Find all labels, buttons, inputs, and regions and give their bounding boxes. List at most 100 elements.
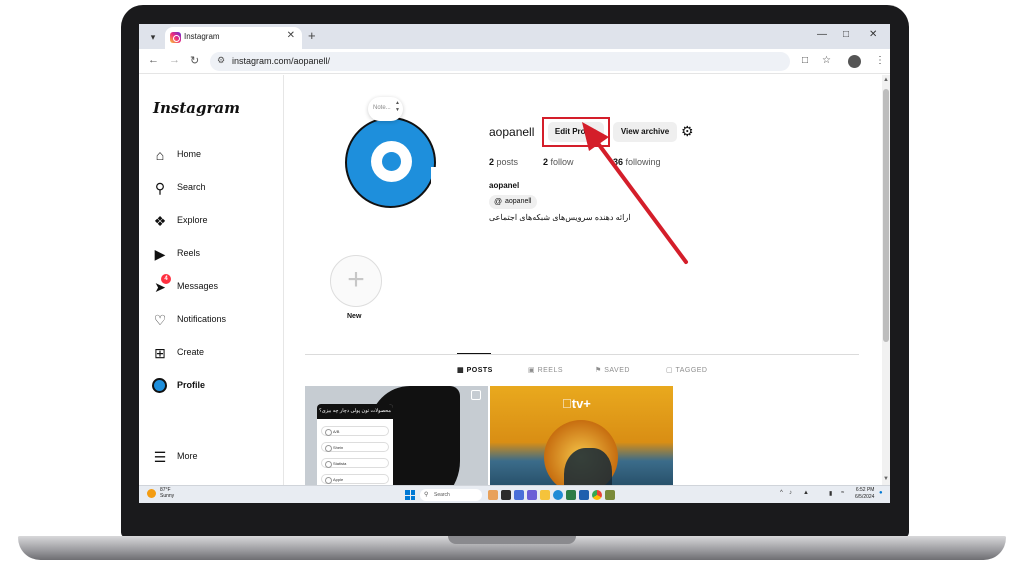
new-highlight-label: New <box>347 313 362 320</box>
settings-gear-icon[interactable]: ⚙ <box>681 123 694 140</box>
taskbar-clock[interactable]: 6:52 PM 6/5/2024 <box>855 487 874 501</box>
sidebar-item-label: Notifications <box>177 314 227 324</box>
taskbar-search-input[interactable]: ⚲ Search <box>420 489 482 501</box>
teams-icon[interactable] <box>527 490 537 500</box>
store-icon[interactable] <box>579 490 589 500</box>
url-text: instagram.com/aopanell/ <box>232 56 331 66</box>
new-highlight-button[interactable]: + <box>330 255 382 307</box>
tab-saved[interactable]: ⚑ SAVED <box>595 366 630 374</box>
bookmark-star-icon[interactable]: ☆ <box>822 55 831 66</box>
browser-tab[interactable]: Instagram ✕ <box>165 27 302 49</box>
reels-icon: ▣ <box>528 367 536 374</box>
profile-username: aopanell <box>489 125 535 139</box>
scroll-up-icon[interactable]: ▲ <box>883 77 889 83</box>
network-icon[interactable]: ▲ <box>803 490 809 496</box>
clock-time: 6:52 PM <box>855 487 875 493</box>
laptop-notch <box>448 536 576 544</box>
sidebar-item-profile[interactable]: Profile <box>152 377 272 397</box>
apple-tv-logo: tv+ <box>562 396 591 411</box>
weather-sun-icon[interactable] <box>147 489 156 498</box>
tab-title: Instagram <box>184 32 220 41</box>
address-bar: ← → ↻ ⚙ instagram.com/aopanell/ □ ☆ ⋮ <box>139 49 890 74</box>
sidebar-item-label: Create <box>177 347 205 357</box>
tab-reels[interactable]: ▣ REELS <box>528 366 563 374</box>
close-window-icon[interactable]: ✕ <box>869 29 877 40</box>
view-archive-button[interactable]: View archive <box>613 122 677 142</box>
page-scrollbar[interactable]: ▲ ▼ <box>882 75 890 485</box>
sidebar-item-home[interactable]: ⌂ Home <box>152 146 272 166</box>
file-explorer-icon[interactable] <box>540 490 550 500</box>
menu-icon: ☰ <box>153 449 167 465</box>
sidebar-item-explore[interactable]: ❖ Explore <box>152 212 272 232</box>
tag-icon: ▢ <box>666 367 674 374</box>
followers-stat[interactable]: 2 follow <box>543 157 574 167</box>
windows-start-icon[interactable] <box>405 490 415 500</box>
task-view-icon[interactable] <box>501 490 511 500</box>
followers-label: follow <box>550 157 574 167</box>
compass-icon: ❖ <box>153 213 167 229</box>
browser-menu-icon[interactable]: ⋮ <box>875 55 885 66</box>
tab-label: POSTS <box>466 367 493 374</box>
avatar <box>152 378 167 393</box>
back-icon[interactable]: ← <box>148 54 159 66</box>
following-stat[interactable]: 36 following <box>613 157 661 167</box>
scroll-thumb[interactable] <box>883 89 889 342</box>
sidebar-item-label: Search <box>177 182 206 192</box>
minimize-icon[interactable]: — <box>817 29 827 40</box>
tab-search-icon[interactable]: ▾ <box>146 30 160 44</box>
site-info-icon[interactable]: ⚙ <box>217 55 225 66</box>
chrome-icon[interactable] <box>592 490 602 500</box>
taskbar-app-icon[interactable] <box>605 490 615 500</box>
tab-tagged[interactable]: ▢ TAGGED <box>666 366 708 374</box>
tab-posts[interactable]: ▦ POSTS <box>457 366 493 374</box>
scroll-down-icon[interactable]: ▼ <box>883 476 889 482</box>
install-app-icon[interactable]: □ <box>802 55 808 66</box>
wifi-icon[interactable]: ≈ <box>841 490 844 496</box>
poll-option: A/B <box>321 426 389 436</box>
volume-icon[interactable]: ♪ <box>789 490 792 496</box>
taskbar-app-icon[interactable] <box>514 490 524 500</box>
edit-profile-highlight-box <box>542 117 610 147</box>
avatar-logo-ring <box>371 141 444 193</box>
post1-poll-title: محصولات تون پولی‌ دچار چه‌ ‌بیزی؟ <box>317 404 393 419</box>
edge-icon[interactable] <box>553 490 563 500</box>
sidebar-item-label: Explore <box>177 215 208 225</box>
tray-chevron-icon[interactable]: ^ <box>780 490 783 496</box>
sidebar-item-more[interactable]: ☰ More <box>152 448 272 468</box>
reload-icon[interactable]: ↻ <box>190 54 199 67</box>
screen: ▾ Instagram ✕ + — □ ✕ ← → ↻ ⚙ instagram.… <box>139 24 890 503</box>
apple-tv-logo-text: tv+ <box>562 396 591 411</box>
profile-avatar[interactable] <box>345 117 444 208</box>
post1-poll-card: محصولات تون پولی‌ دچار چه‌ ‌بیزی؟ A/B Sh… <box>317 404 393 494</box>
weather-widget[interactable]: 87°F Sunny <box>160 487 174 499</box>
browser-profile-avatar[interactable] <box>848 55 861 68</box>
battery-icon[interactable]: ▮ <box>829 490 832 497</box>
following-count: 36 <box>613 157 624 167</box>
profile-bio: ارائه دهنده سرویس‌های شبکه‌های اجتماعی <box>489 213 631 222</box>
close-tab-icon[interactable]: ✕ <box>287 30 295 41</box>
taskbar-app-icon[interactable] <box>488 490 498 500</box>
poll-option: Apple <box>321 474 389 484</box>
maximize-icon[interactable]: □ <box>843 29 849 40</box>
sidebar-item-create[interactable]: ⊞ Create <box>152 344 272 364</box>
taskbar-app-icon[interactable] <box>566 490 576 500</box>
note-bubble[interactable]: Note... ▲ ▼ <box>368 97 403 121</box>
posts-count: 2 <box>489 157 495 167</box>
reel-indicator-icon <box>471 390 481 400</box>
sidebar-item-search[interactable]: ⚲ Search <box>152 179 272 199</box>
forward-icon[interactable]: → <box>169 54 180 66</box>
avatar-logo-dot <box>382 152 401 171</box>
tabs-divider <box>305 354 859 355</box>
notification-center-icon[interactable]: ● <box>879 490 883 496</box>
browser-tab-bar: ▾ Instagram ✕ + — □ ✕ <box>139 24 890 49</box>
instagram-logo[interactable]: Instagram <box>153 99 240 117</box>
sidebar-item-reels[interactable]: ▶ Reels <box>152 245 272 265</box>
tab-label: TAGGED <box>675 367 708 374</box>
sidebar-item-notifications[interactable]: ♡ Notifications <box>152 311 272 331</box>
tab-label: REELS <box>537 367 564 374</box>
url-input[interactable]: ⚙ instagram.com/aopanell/ <box>210 52 790 71</box>
threads-badge[interactable]: @ aopanell <box>489 195 538 209</box>
sidebar-item-messages[interactable]: ➤ 4 Messages <box>152 274 272 298</box>
new-tab-icon[interactable]: + <box>308 28 316 43</box>
search-icon: ⚲ <box>154 180 166 196</box>
